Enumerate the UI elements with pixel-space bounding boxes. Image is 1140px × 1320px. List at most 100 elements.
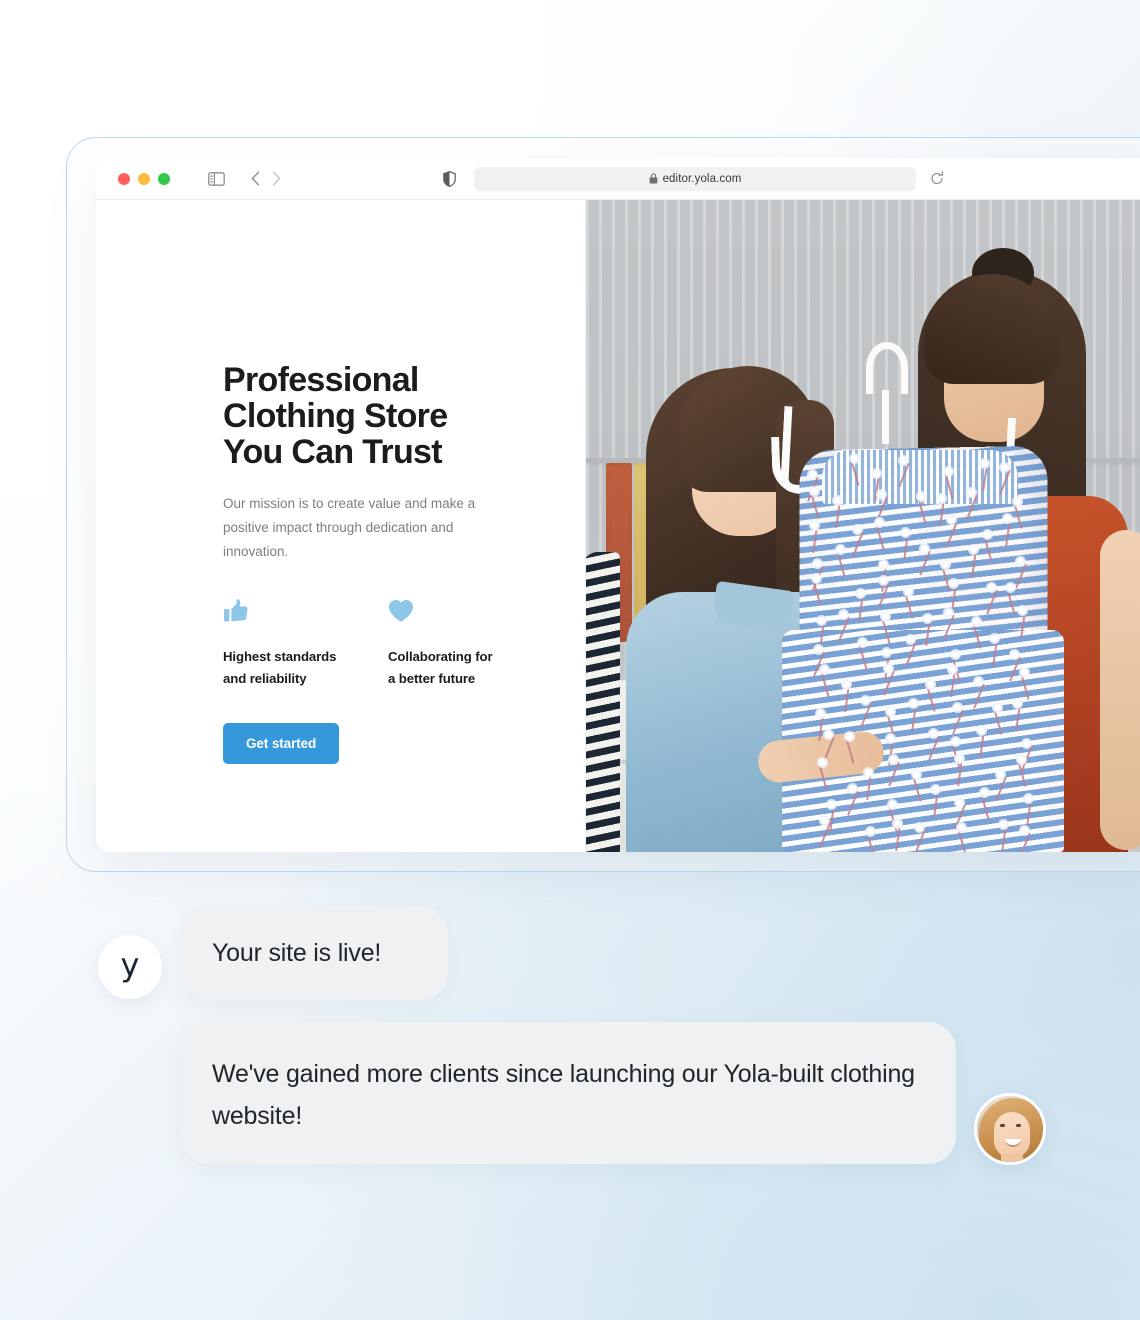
dress-floral-motif [1016,754,1026,764]
chevron-right-icon[interactable] [272,171,281,186]
dress-floral-motif [912,769,921,779]
dress-floral-motif [808,470,817,479]
dress-floral-motif [952,703,962,713]
dress-floral-motif [998,819,1008,829]
dress-floral-motif [1003,514,1013,523]
hero-image [586,200,1140,852]
feature-label: Highest standards and reliability [223,649,337,686]
dress-floral-motif [858,637,868,647]
dress-floral-motif [892,818,902,828]
chat-bubble-testimonial: We've gained more clients since launchin… [181,1022,956,1164]
browser-window: editor.yola.com Professional Clothing St… [96,158,1140,852]
hanger-hook [866,342,908,394]
dress-floral-motif [866,826,876,836]
dress-floral-motif [898,456,908,465]
dress-floral-motif [814,644,824,654]
dress-floral-motif [919,544,929,554]
dress-floral-motif [925,679,935,689]
dress-floral-motif [883,664,893,674]
dress-floral-motif [979,787,989,797]
avatar-face [994,1112,1030,1158]
dress-floral-motif [839,609,849,619]
hero-copy: Professional Clothing Store You Can Trus… [223,361,553,765]
dress-floral-motif [809,486,819,496]
dress-floral-motif [976,725,986,735]
chat-bubble-site-live: Your site is live! [180,906,448,1000]
dress-floral-motif [887,799,897,809]
dress-floral-motif [875,517,885,527]
dress-floral-motif [1019,668,1029,678]
dress-floral-motif [863,767,873,777]
dress-floral-motif [948,579,958,589]
dress-floral-motif [852,524,862,534]
chat-message-text: Your site is live! [212,938,382,967]
woman-right-arm [1100,530,1140,850]
dress-floral-motif [954,754,964,763]
dress-floral-motif [1017,605,1027,615]
avatar-eye [1016,1124,1021,1127]
dress-floral-motif [836,544,846,554]
hero-subtext: Our mission is to create value and make … [223,496,476,560]
avatar-eye [1000,1124,1005,1127]
lock-icon [649,173,658,184]
avatar-neck [1001,1154,1023,1162]
dress-floral-motif [989,634,999,643]
yola-logo-letter: y [120,946,140,984]
maximize-window-button[interactable] [158,172,170,185]
chat-message-text: We've gained more clients since launchin… [212,1060,915,1130]
dress-floral-motif [995,769,1005,779]
address-bar[interactable]: editor.yola.com [474,166,943,191]
feature-label: Collaborating for a better future [388,649,493,686]
feature-item-standards: Highest standards and reliability [223,598,356,689]
dress-floral-motif [986,583,996,593]
dress-floral-motif [956,822,966,832]
dress-floral-motif [946,514,956,524]
dress-floral-motif [820,664,830,674]
dress-floral-motif [916,492,926,502]
feature-item-collaborating: Collaborating for a better future [388,598,521,689]
dress-floral-motif [928,728,938,738]
minimize-window-button[interactable] [138,172,150,185]
dress-floral-motif [903,586,913,596]
website-preview: Professional Clothing Store You Can Trus… [96,200,1140,852]
dress-floral-motif [1015,557,1025,567]
dress-floral-motif [813,558,823,568]
yola-avatar: y [98,935,162,999]
dress-floral-motif [947,665,957,675]
window-controls[interactable] [118,172,170,185]
dress-floral-motif [847,784,857,794]
dress-floral-motif [1009,649,1019,659]
dress-floral-motif [816,615,826,625]
dress-floral-motif [861,695,870,705]
chevron-left-icon[interactable] [251,171,260,186]
dress-floral-motif [878,575,888,585]
dress-floral-motif [823,729,833,739]
dress-floral-motif [992,702,1002,712]
dress-floral-motif [841,679,851,689]
dress-floral-motif [999,462,1009,472]
dress-floral-motif [922,613,932,623]
avatar [974,1093,1046,1165]
dress-floral-motif [885,706,895,716]
shield-icon[interactable] [443,170,456,187]
dress-floral-motif [940,559,950,569]
background-person [586,552,620,852]
dress-floral-motif [855,589,865,599]
close-window-button[interactable] [118,172,130,185]
dress-floral-motif [954,797,964,807]
dress-floral-motif [971,617,981,627]
thumbs-up-icon [223,598,356,626]
dress-floral-motif [944,466,954,476]
address-bar-url: editor.yola.com [662,172,742,185]
feature-list: Highest standards and reliability Collab… [223,598,553,689]
dress-floral-motif [950,649,960,659]
sidebar-icon[interactable] [208,171,225,186]
hero-text-panel: Professional Clothing Store You Can Trus… [96,200,586,852]
get-started-button[interactable]: Get started [223,723,340,765]
dress-floral-motif [871,469,881,479]
browser-toolbar: editor.yola.com [96,158,1140,200]
dress-floral-motif [885,733,895,743]
heart-icon [388,598,521,626]
reload-icon[interactable] [930,171,944,186]
page-title: Professional Clothing Store You Can Trus… [223,361,448,472]
